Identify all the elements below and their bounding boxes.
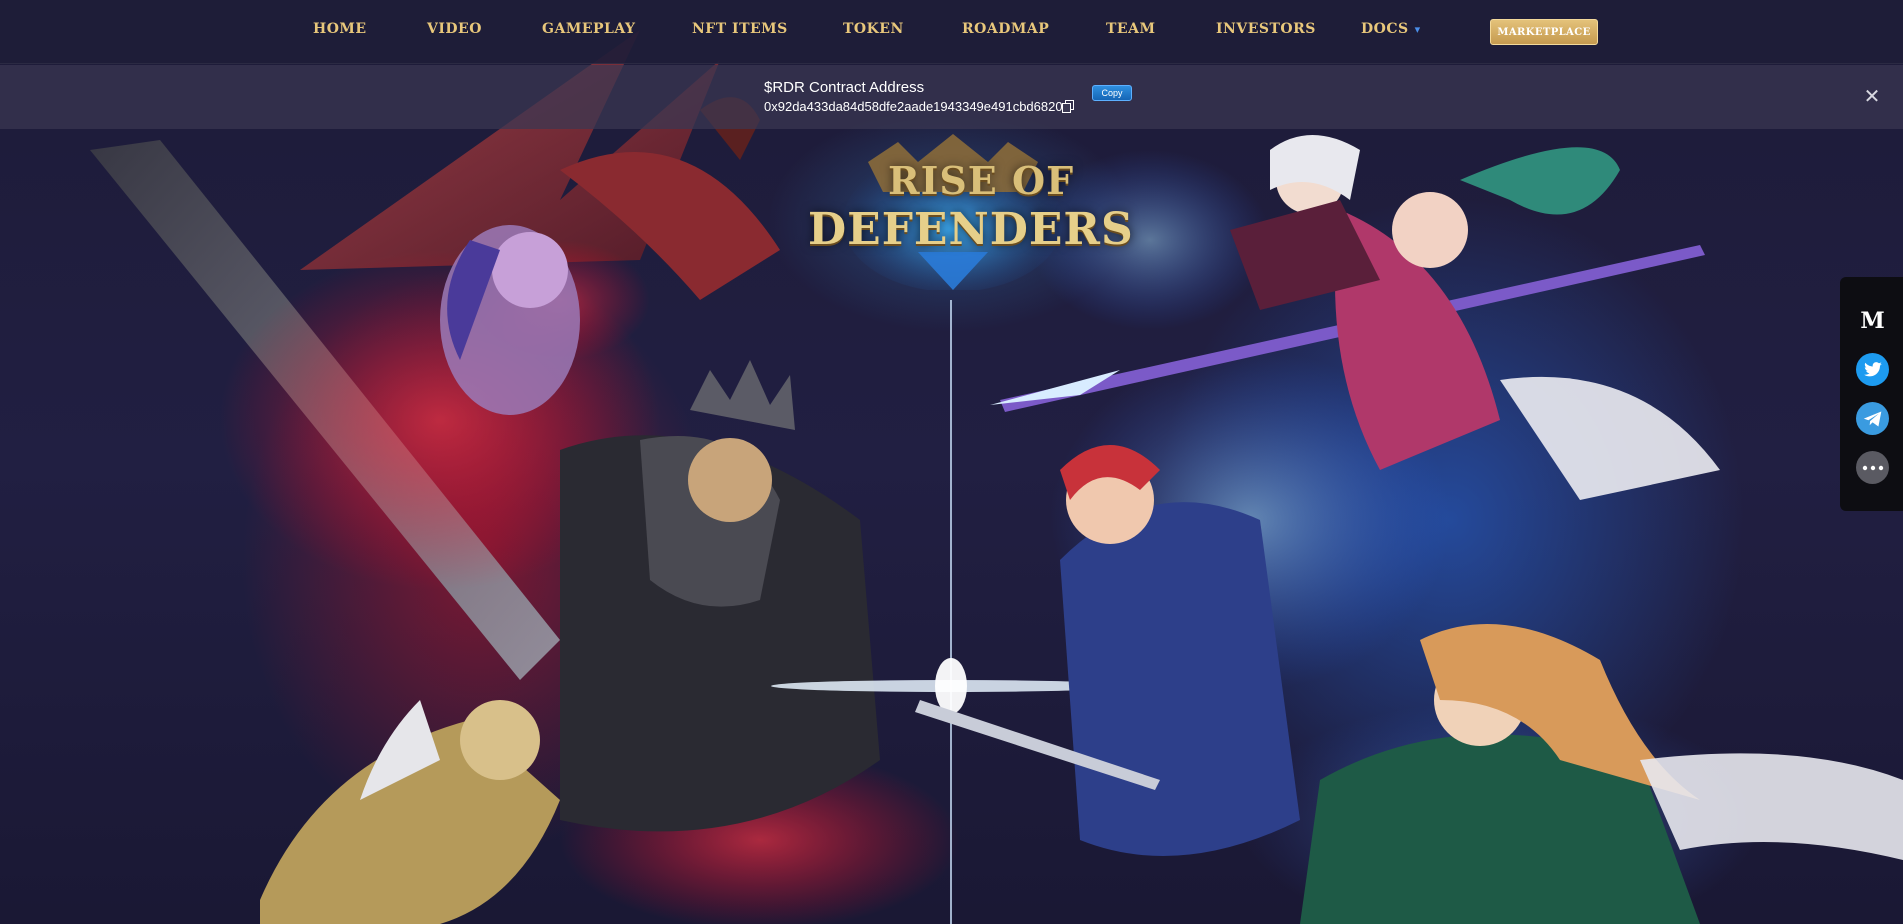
game-logo: RISE OF DEFENDERS <box>808 132 1134 290</box>
telegram-icon[interactable] <box>1856 402 1889 435</box>
copy-icon[interactable] <box>1062 100 1074 113</box>
contract-title: $RDR Contract Address <box>764 79 925 96</box>
social-sidebar: M <box>1840 277 1903 511</box>
more-icon[interactable] <box>1856 451 1889 484</box>
contract-address: 0x92da433da84d58dfe2aade1943349e491cbd68… <box>764 99 1063 114</box>
nav-gameplay[interactable]: GAMEPLAY <box>542 21 636 37</box>
elf-mage-figure <box>1300 624 1903 924</box>
nav-token[interactable]: TOKEN <box>843 21 904 37</box>
elf-archer-figure <box>260 700 560 924</box>
medium-icon[interactable]: M <box>1856 304 1889 337</box>
contract-address-bar: $RDR Contract Address 0x92da433da84d58df… <box>0 65 1903 129</box>
lancer-girl-figure <box>1335 147 1720 500</box>
nav-team[interactable]: TEAM <box>1106 21 1155 37</box>
logo-line-1: RISE OF <box>888 158 1075 203</box>
copy-button[interactable]: Copy <box>1092 85 1132 101</box>
nav-investors[interactable]: INVESTORS <box>1216 21 1316 37</box>
nav-roadmap[interactable]: ROADMAP <box>962 21 1049 37</box>
top-navigation: HOME VIDEO GAMEPLAY NFT ITEMS TOKEN ROAD… <box>0 0 1903 64</box>
twitter-icon[interactable] <box>1856 353 1889 386</box>
logo-line-2: DEFENDERS <box>808 204 1134 255</box>
nav-docs-label: DOCS <box>1361 21 1409 37</box>
nav-nft-items[interactable]: NFT ITEMS <box>692 21 788 37</box>
close-icon[interactable]: ✕ <box>1862 87 1882 107</box>
medium-glyph: M <box>1860 307 1885 334</box>
nav-home[interactable]: HOME <box>313 21 367 37</box>
marketplace-button[interactable]: MARKETPLACE <box>1490 19 1598 45</box>
nav-docs[interactable]: DOCS ▾ <box>1361 21 1421 37</box>
nav-video[interactable]: VIDEO <box>427 21 482 37</box>
chevron-down-icon: ▾ <box>1414 23 1421 36</box>
sorceress-figure <box>440 225 580 415</box>
